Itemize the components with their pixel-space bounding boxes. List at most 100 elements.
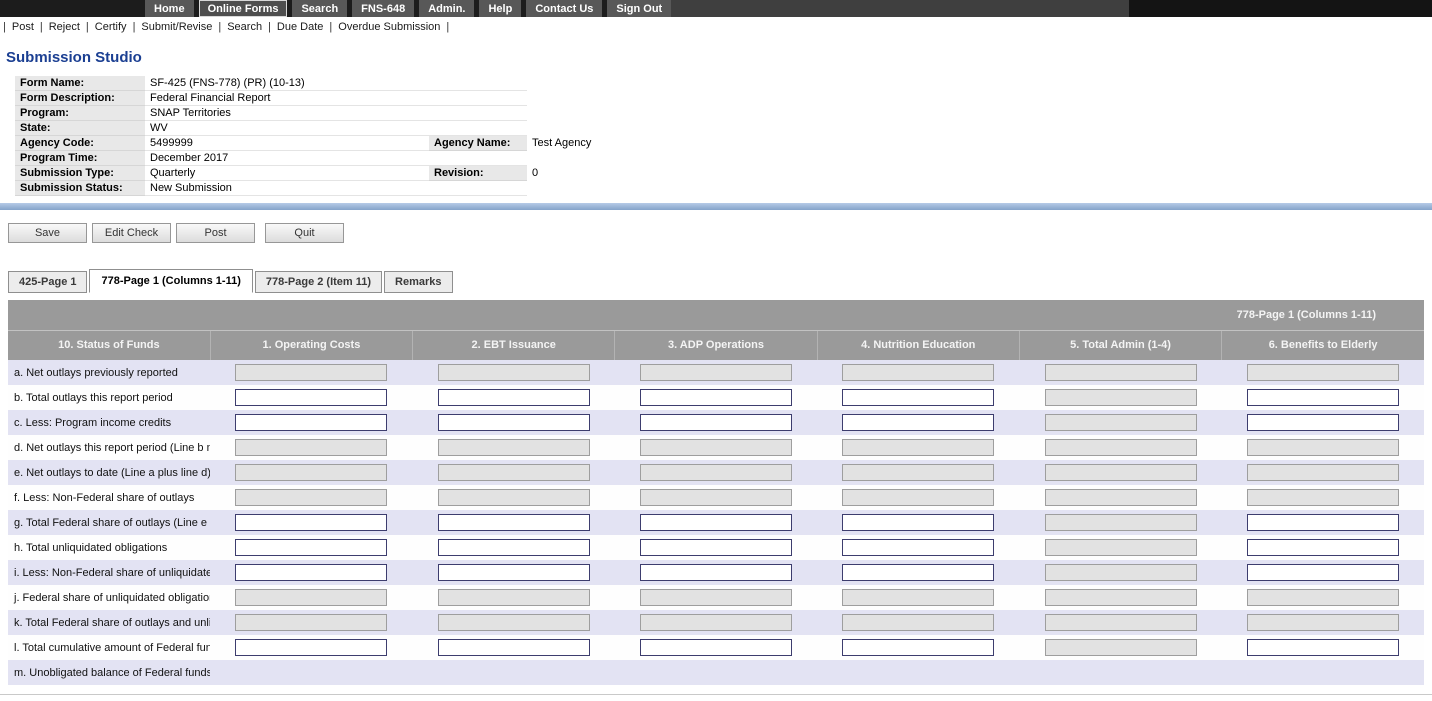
grid-input-h-3[interactable] xyxy=(640,539,792,556)
field-label-agency-code: Agency Code: xyxy=(15,136,145,151)
grid-input-l-1[interactable] xyxy=(235,639,387,656)
form-info-row: Program Time:December 2017 xyxy=(15,151,1425,166)
grid-cell-e-2 xyxy=(413,460,615,485)
grid-input-b-3[interactable] xyxy=(640,389,792,406)
grid-row-c: c. Less: Program income credits xyxy=(8,410,1424,435)
nav-item-help[interactable]: Help xyxy=(479,0,521,17)
grid-cell-d-6 xyxy=(1222,435,1424,460)
grid-cell-e-1 xyxy=(210,460,412,485)
grid-input-l-6[interactable] xyxy=(1247,639,1399,656)
nav-item-admin[interactable]: Admin. xyxy=(419,0,474,17)
action-menu-item-search[interactable]: Search xyxy=(227,21,262,33)
grid-input-k-5 xyxy=(1045,614,1197,631)
grid-cell-m-5 xyxy=(1019,660,1221,685)
grid-cell-m-2 xyxy=(413,660,615,685)
field-value: Federal Financial Report xyxy=(145,91,429,106)
grid-cell-l-2 xyxy=(413,635,615,660)
menu-separator: | xyxy=(446,21,449,33)
grid-input-j-4 xyxy=(842,589,994,606)
nav-item-online-forms[interactable]: Online Forms xyxy=(199,0,288,17)
grid-input-i-4[interactable] xyxy=(842,564,994,581)
grid-cell-i-1 xyxy=(210,560,412,585)
grid-input-a-4 xyxy=(842,364,994,381)
row-label-m: m. Unobligated balance of Federal funds xyxy=(8,660,210,685)
nav-item-fns-648[interactable]: FNS-648 xyxy=(352,0,414,17)
grid-header-row: 10. Status of Funds 1. Operating Costs2.… xyxy=(8,330,1424,360)
action-menu-item-submit-revise[interactable]: Submit/Revise xyxy=(141,21,212,33)
edit-check-button[interactable]: Edit Check xyxy=(92,223,171,243)
grid-cell-e-4 xyxy=(817,460,1019,485)
row-label-e: e. Net outlays to date (Line a plus line… xyxy=(8,460,210,485)
action-menu-item-due-date[interactable]: Due Date xyxy=(277,21,323,33)
grid-input-g-6[interactable] xyxy=(1247,514,1399,531)
grid-input-f-6 xyxy=(1247,489,1399,506)
grid-input-g-4[interactable] xyxy=(842,514,994,531)
tab-778-page-2-item-11[interactable]: 778-Page 2 (Item 11) xyxy=(255,271,382,293)
grid-input-b-1[interactable] xyxy=(235,389,387,406)
grid-cell-i-4 xyxy=(817,560,1019,585)
grid-input-c-4[interactable] xyxy=(842,414,994,431)
grid-input-f-4 xyxy=(842,489,994,506)
grid-input-l-2[interactable] xyxy=(438,639,590,656)
tab-778-page-1-columns-1-11[interactable]: 778-Page 1 (Columns 1-11) xyxy=(89,269,252,293)
grid-cell-c-6 xyxy=(1222,410,1424,435)
action-menu-item-overdue-submission[interactable]: Overdue Submission xyxy=(338,21,440,33)
grid-input-g-1[interactable] xyxy=(235,514,387,531)
form-info-row: Submission Type:QuarterlyRevision:0 xyxy=(15,166,1425,181)
tab-remarks[interactable]: Remarks xyxy=(384,271,452,293)
grid-cell-m-3 xyxy=(615,660,817,685)
grid-input-c-1[interactable] xyxy=(235,414,387,431)
grid-input-h-4[interactable] xyxy=(842,539,994,556)
grid-input-l-4[interactable] xyxy=(842,639,994,656)
grid-input-c-2[interactable] xyxy=(438,414,590,431)
quit-button[interactable]: Quit xyxy=(265,223,344,243)
grid-input-g-3[interactable] xyxy=(640,514,792,531)
grid-cell-i-5 xyxy=(1019,560,1221,585)
grid-input-g-2[interactable] xyxy=(438,514,590,531)
tab-425-page-1[interactable]: 425-Page 1 xyxy=(8,271,87,293)
grid-input-h-2[interactable] xyxy=(438,539,590,556)
post-button[interactable]: Post xyxy=(176,223,255,243)
grid-input-c-5 xyxy=(1045,414,1197,431)
grid-input-b-4[interactable] xyxy=(842,389,994,406)
grid-input-h-6[interactable] xyxy=(1247,539,1399,556)
field-label-form-name: Form Name: xyxy=(15,76,145,91)
grid-caption-row: 778-Page 1 (Columns 1-11) xyxy=(8,300,1424,330)
grid-cell-f-6 xyxy=(1222,485,1424,510)
action-menu-item-reject[interactable]: Reject xyxy=(49,21,80,33)
column-header-3-adp-operations: 3. ADP Operations xyxy=(615,330,817,360)
action-menu-item-certify[interactable]: Certify xyxy=(95,21,127,33)
grid-input-h-1[interactable] xyxy=(235,539,387,556)
save-button[interactable]: Save xyxy=(8,223,87,243)
grid-input-i-6[interactable] xyxy=(1247,564,1399,581)
grid-cell-g-6 xyxy=(1222,510,1424,535)
grid-input-b-6[interactable] xyxy=(1247,389,1399,406)
nav-item-search[interactable]: Search xyxy=(292,0,347,17)
action-menu-item-post[interactable]: Post xyxy=(12,21,34,33)
grid-input-c-6[interactable] xyxy=(1247,414,1399,431)
column-header-status-of-funds: 10. Status of Funds xyxy=(8,330,210,360)
grid-input-k-4 xyxy=(842,614,994,631)
grid-input-i-3[interactable] xyxy=(640,564,792,581)
nav-item-contact-us[interactable]: Contact Us xyxy=(526,0,602,17)
grid-cell-k-3 xyxy=(615,610,817,635)
grid-input-b-2[interactable] xyxy=(438,389,590,406)
grid-cell-d-1 xyxy=(210,435,412,460)
row-label-d: d. Net outlays this report period (Line … xyxy=(8,435,210,460)
grid-input-i-2[interactable] xyxy=(438,564,590,581)
nav-item-sign-out[interactable]: Sign Out xyxy=(607,0,671,17)
grid-input-e-4 xyxy=(842,464,994,481)
grid-row-h: h. Total unliquidated obligations xyxy=(8,535,1424,560)
row-label-h: h. Total unliquidated obligations xyxy=(8,535,210,560)
grid-cell-h-6 xyxy=(1222,535,1424,560)
grid-input-f-3 xyxy=(640,489,792,506)
grid-input-l-3[interactable] xyxy=(640,639,792,656)
grid-input-c-3[interactable] xyxy=(640,414,792,431)
grid-cell-d-4 xyxy=(817,435,1019,460)
nav-item-home[interactable]: Home xyxy=(145,0,194,17)
grid-input-i-5 xyxy=(1045,564,1197,581)
form-info-row: Agency Code:5499999Agency Name:Test Agen… xyxy=(15,136,1425,151)
grid-row-j: j. Federal share of unliquidated obligat… xyxy=(8,585,1424,610)
grid-cell-e-3 xyxy=(615,460,817,485)
grid-input-i-1[interactable] xyxy=(235,564,387,581)
